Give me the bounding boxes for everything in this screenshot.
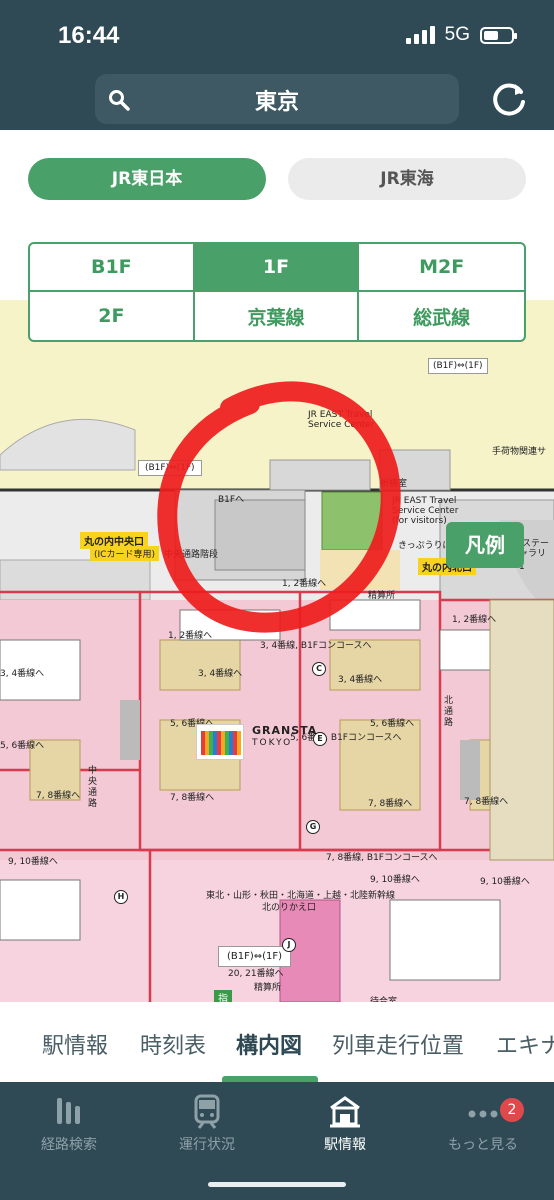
status-indicators: 5G — [405, 24, 517, 46]
nav-station-info[interactable]: 駅情報 — [276, 1092, 414, 1154]
station-map[interactable]: (B1F)⇔(1F) (B1F)⇔(1F) (B1F)⇔(1F) JR EAST… — [0, 300, 554, 1002]
floor-selector: B1F 1F M2F 2F 京葉線 総武線 — [28, 242, 526, 342]
content-panel: JR東日本 JR東海 (B1F)⇔(1F) (B1F)⇔(1F) (B1F)⇔(… — [0, 130, 554, 1082]
nav-route-search[interactable]: 経路検索 — [0, 1092, 138, 1154]
floor-tab-keiyo[interactable]: 京葉線 — [195, 292, 360, 340]
train-icon — [194, 1094, 220, 1129]
tab-jr-east[interactable]: JR東日本 — [28, 158, 266, 200]
nav-more[interactable]: もっと見る 2 — [414, 1092, 552, 1154]
route-search-icon — [57, 1098, 80, 1124]
more-dots-icon — [468, 1110, 498, 1118]
subtab-train-position[interactable]: 列車走行位置 — [332, 1028, 464, 1060]
status-bar: 16:44 5G — [0, 0, 554, 72]
subtab-timetable[interactable]: 時刻表 — [140, 1028, 206, 1060]
notification-badge: 2 — [500, 1098, 524, 1122]
subtab-bar: 駅情報 時刻表 構内図 列車走行位置 エキナ — [0, 1002, 554, 1082]
nav-operation-status[interactable]: 運行状況 — [138, 1092, 276, 1154]
subtab-ekinaka[interactable]: エキナ — [496, 1028, 554, 1060]
station-title: 東京 — [254, 90, 299, 115]
header: 東京 — [0, 72, 554, 130]
red-circle-annotation — [157, 381, 401, 633]
battery-icon — [480, 26, 517, 44]
nav-label: もっと見る — [448, 1137, 518, 1153]
status-time: 16:44 — [58, 22, 120, 49]
station-icon — [330, 1096, 360, 1128]
floor-tab-sobu[interactable]: 総武線 — [359, 292, 524, 340]
subtab-station-map[interactable]: 構内図 — [236, 1028, 302, 1060]
nav-label: 運行状況 — [179, 1137, 235, 1153]
station-search-box[interactable]: 東京 — [95, 74, 459, 124]
floor-tab-m2f[interactable]: M2F — [359, 244, 524, 292]
tab-jr-central[interactable]: JR東海 — [288, 158, 526, 200]
nav-label: 経路検索 — [41, 1137, 97, 1153]
refresh-icon[interactable] — [488, 78, 530, 120]
signal-icon — [405, 26, 435, 44]
floor-tab-1f[interactable]: 1F — [194, 244, 360, 292]
nav-label: 駅情報 — [324, 1137, 366, 1153]
home-indicator — [208, 1182, 346, 1187]
floor-tab-b1f[interactable]: B1F — [30, 244, 195, 292]
network-type: 5G — [444, 24, 470, 45]
subtab-station-info[interactable]: 駅情報 — [42, 1028, 108, 1060]
floor-tab-2f[interactable]: 2F — [30, 292, 195, 340]
legend-button[interactable]: 凡例 — [446, 522, 524, 568]
